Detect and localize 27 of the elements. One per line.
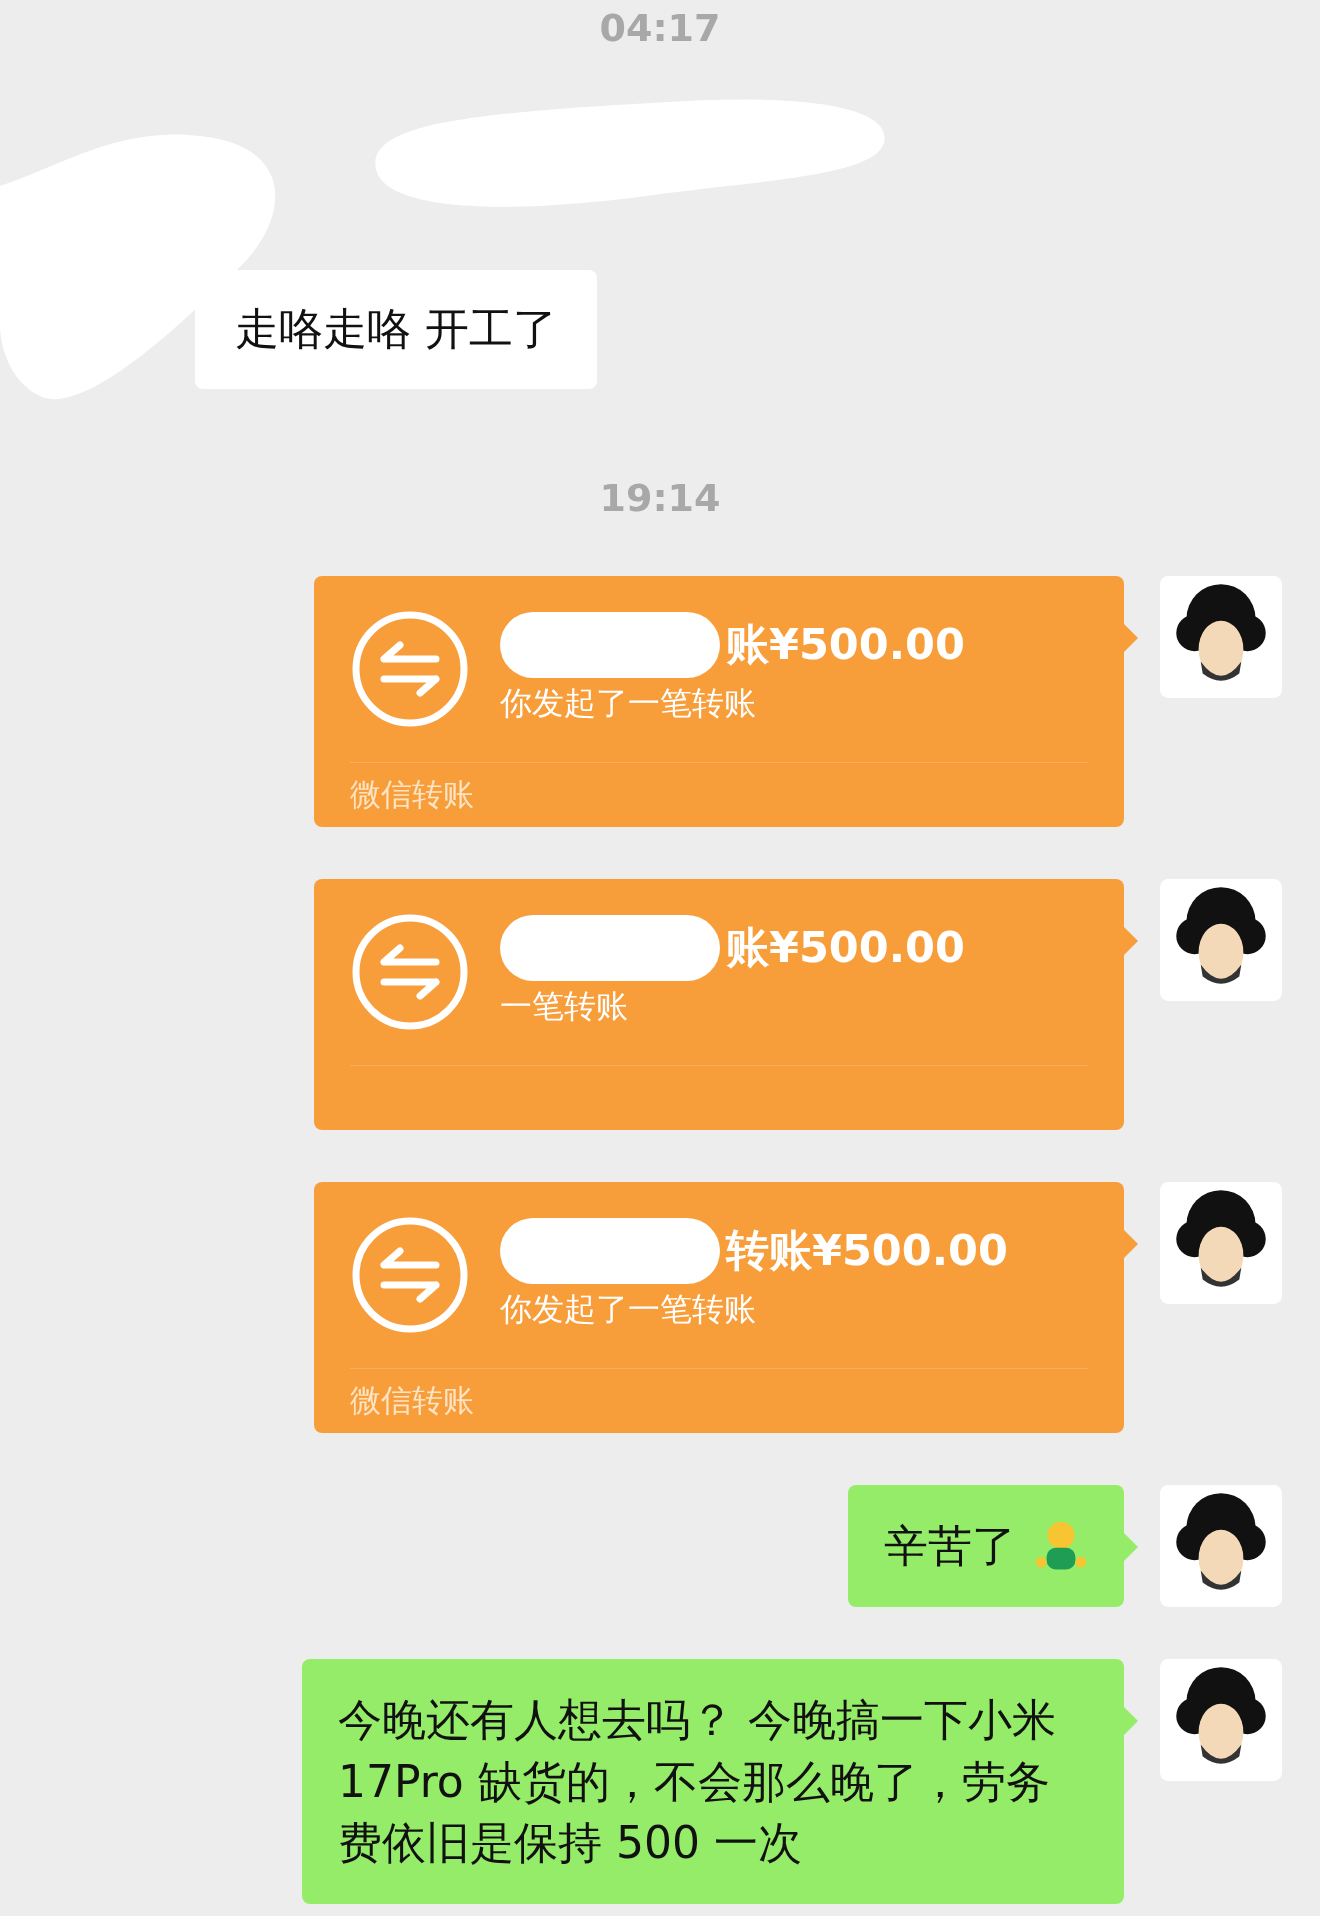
bubble-tail [1124,927,1138,955]
transfer-card[interactable]: 转账¥500.00 你发起了一笔转账 微信转账 [314,1182,1124,1433]
transfer-label: 微信转账 [350,775,474,814]
transfer-label: 微信转账 [350,1381,474,1420]
transfer-card[interactable]: 账¥500.00 一笔转账 [314,879,1124,1130]
transfer-amount: 账¥500.00 [726,618,965,671]
transfer-arrows-icon [350,912,470,1032]
transfer-amount: 账¥500.00 [726,921,965,974]
transfer-arrows-icon [350,1215,470,1335]
avatar[interactable] [1160,1659,1282,1781]
transfer-status: 你发起了一笔转账 [500,683,757,724]
message-text: 今晚还有人想去吗？ 今晚搞一下小米17Pro 缺货的，不会那么晚了，劳务费依旧是保持 500 一次 [338,1693,1057,1871]
avatar[interactable] [1160,576,1282,698]
transfer-status: 一笔转账 [500,986,629,1027]
bubble-tail [1124,624,1138,652]
bubble-tail [1124,1230,1138,1258]
transfer-arrows-icon [350,609,470,729]
avatar[interactable] [1160,1485,1282,1607]
transfer-status: 你发起了一笔转账 [500,1289,757,1330]
transfer-amount: 转账¥500.00 [726,1224,1008,1277]
transfer-card[interactable]: 账¥500.00 你发起了一笔转账 微信转账 [314,576,1124,827]
avatar[interactable] [1160,1182,1282,1304]
timestamp: 04:17 [599,6,721,50]
avatar[interactable] [1160,879,1282,1001]
message-text: 辛苦了 [884,1519,1016,1573]
message-bubble: 走咯走咯 开工了 [195,270,597,389]
timestamp: 19:14 [599,476,721,520]
